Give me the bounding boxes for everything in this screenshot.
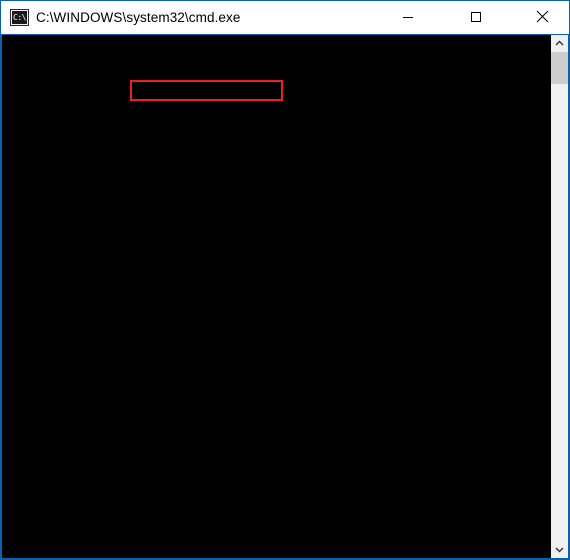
console-area[interactable] <box>1 34 569 559</box>
chevron-up-icon <box>555 40 564 47</box>
maximize-button[interactable] <box>453 1 499 32</box>
close-icon <box>536 10 549 23</box>
cmd-icon-glyph: C:\ <box>13 12 26 22</box>
maximize-icon <box>470 11 482 23</box>
chevron-down-icon <box>555 546 564 553</box>
window-title: C:\WINDOWS\system32\cmd.exe <box>36 9 241 25</box>
console-scrollbar[interactable] <box>550 35 568 558</box>
scrollbar-track[interactable] <box>551 52 568 541</box>
title-bar[interactable]: C:\ C:\WINDOWS\system32\cmd.exe <box>1 1 569 34</box>
command-highlight-box <box>130 80 283 101</box>
console-output[interactable] <box>2 35 550 558</box>
minimize-icon <box>402 11 414 23</box>
scrollbar-down-button[interactable] <box>551 541 568 558</box>
cmd-icon[interactable]: C:\ <box>11 9 28 25</box>
scrollbar-up-button[interactable] <box>551 35 568 52</box>
close-button[interactable] <box>519 1 565 32</box>
cmd-window: C:\ C:\WINDOWS\system32\cmd.exe <box>0 0 570 560</box>
scrollbar-thumb[interactable] <box>551 52 568 84</box>
minimize-button[interactable] <box>385 1 431 32</box>
